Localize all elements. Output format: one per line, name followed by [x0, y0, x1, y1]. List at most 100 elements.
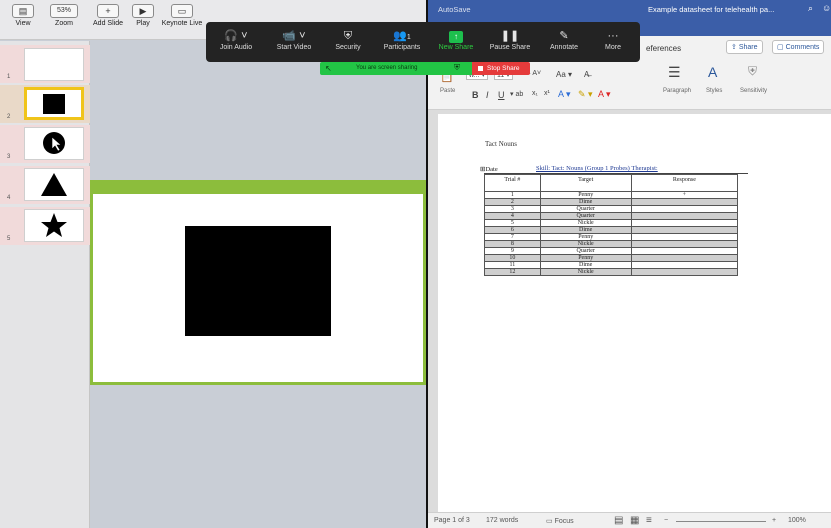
table-cell-target[interactable]: Quarter — [539, 212, 632, 220]
table-cell-response[interactable] — [630, 233, 739, 241]
zoom-out-icon[interactable]: − — [664, 517, 668, 524]
clear-format-icon[interactable]: A̶ — [584, 70, 589, 79]
zoom-percent[interactable]: 100% — [788, 517, 806, 524]
table-cell-trial[interactable]: 2 — [484, 198, 541, 206]
table-cell-response[interactable] — [630, 254, 739, 262]
join-audio-button[interactable]: 🎧 ˅ Join Audio — [208, 28, 264, 51]
table-cell-response[interactable] — [630, 219, 739, 227]
table-cell-trial[interactable]: 3 — [484, 205, 541, 213]
slide-canvas[interactable] — [90, 180, 426, 385]
subscript-icon[interactable]: x₁ — [532, 90, 538, 97]
superscript-icon[interactable]: x¹ — [544, 90, 550, 97]
table-cell-target[interactable]: Penny — [539, 233, 632, 241]
table-row[interactable]: 2 Dime — [484, 198, 739, 206]
share-button[interactable]: ⇪ Share — [726, 40, 763, 54]
table-cell-trial[interactable]: 9 — [484, 247, 541, 255]
table-row[interactable]: 9 Quarter — [484, 247, 739, 255]
black-square-shape[interactable] — [185, 226, 331, 336]
add-slide-button[interactable]: + Add Slide — [90, 4, 126, 27]
underline-icon[interactable]: U — [498, 90, 505, 100]
table-cell-target[interactable]: Dime — [539, 261, 632, 269]
print-layout-icon[interactable]: ▤ — [614, 515, 623, 526]
start-video-button[interactable]: 📹 ˅ Start Video — [266, 28, 322, 51]
table-cell-trial[interactable]: 11 — [484, 261, 541, 269]
text-effects-icon[interactable]: A ▾ — [558, 89, 571, 100]
table-cell-target[interactable]: Quarter — [539, 205, 632, 213]
word-count[interactable]: 172 words — [486, 517, 518, 524]
italic-icon[interactable]: I — [486, 90, 489, 100]
datasheet-table[interactable]: Trial # Target Response 1 Penny +2 Dime 3 Qua… — [484, 174, 739, 276]
page-count[interactable]: Page 1 of 3 — [434, 517, 470, 524]
table-cell-response[interactable] — [630, 261, 739, 269]
table-cell-response[interactable] — [630, 198, 739, 206]
table-cell-target[interactable]: Penny — [539, 191, 632, 199]
paragraph-icon[interactable]: ☰ — [668, 64, 681, 81]
table-cell-target[interactable]: Dime — [539, 198, 632, 206]
table-cell-target[interactable]: Nickle — [539, 219, 632, 227]
slide-thumb-5[interactable] — [24, 209, 84, 242]
table-row[interactable]: 5 Nickle — [484, 219, 739, 227]
date-field[interactable]: ⊞Date — [480, 165, 498, 173]
table-row[interactable]: 4 Quarter — [484, 212, 739, 220]
table-cell-response[interactable] — [630, 268, 739, 276]
pause-share-button[interactable]: ❚❚ Pause Share — [482, 28, 538, 51]
table-cell-trial[interactable]: 6 — [484, 226, 541, 234]
table-cell-trial[interactable]: 10 — [484, 254, 541, 262]
strikethrough-icon[interactable]: ▾ ab — [510, 90, 523, 98]
keynote-live-button[interactable]: ▭ Keynote Live — [160, 4, 204, 27]
table-cell-response[interactable] — [630, 247, 739, 255]
security-button[interactable]: ⛨ Security — [320, 28, 376, 51]
table-row[interactable]: 7 Penny — [484, 233, 739, 241]
slide-thumb-4[interactable] — [24, 168, 84, 201]
focus-button[interactable]: ▭ Focus — [546, 517, 574, 525]
table-cell-response[interactable] — [630, 240, 739, 248]
table-cell-response[interactable]: + — [630, 191, 739, 199]
table-row[interactable]: 12 Nickle — [484, 268, 739, 276]
zoom-in-icon[interactable]: + — [772, 517, 776, 524]
table-cell-target[interactable]: Nickle — [539, 240, 632, 248]
table-cell-response[interactable] — [630, 205, 739, 213]
bold-icon[interactable]: B — [472, 90, 479, 100]
participants-button[interactable]: 👥1 Participants — [374, 28, 430, 51]
comments-button[interactable]: ▢ Comments — [772, 40, 825, 54]
table-cell-target[interactable]: Dime — [539, 226, 632, 234]
slide-thumb-3[interactable] — [24, 127, 84, 160]
change-case-icon[interactable]: Aa ▾ — [556, 70, 572, 79]
table-cell-trial[interactable]: 7 — [484, 233, 541, 241]
zoom-button[interactable]: 53% Zoom — [44, 4, 84, 27]
view-button[interactable]: ▤ View — [8, 4, 38, 27]
tab-references[interactable]: eferences — [646, 44, 681, 53]
sharing-notice[interactable]: ↖ You are screen sharing ⛨ — [320, 62, 472, 75]
table-cell-trial[interactable]: 8 — [484, 240, 541, 248]
stop-share-button[interactable]: Stop Share — [472, 62, 530, 75]
search-icon[interactable]: ⌕ — [808, 3, 813, 14]
new-share-button[interactable]: ↑ New Share — [428, 28, 484, 51]
table-cell-target[interactable]: Quarter — [539, 247, 632, 255]
smiley-icon[interactable]: ☺ — [822, 3, 831, 13]
font-color-icon[interactable]: A ▾ — [598, 89, 611, 100]
table-cell-trial[interactable]: 12 — [484, 268, 541, 276]
table-row[interactable]: 1 Penny + — [484, 191, 739, 199]
annotate-button[interactable]: ✎ Annotate — [536, 28, 592, 51]
table-cell-target[interactable]: Penny — [539, 254, 632, 262]
play-button[interactable]: ▶ Play — [130, 4, 156, 27]
zoom-slider[interactable] — [676, 521, 766, 522]
read-mode-icon[interactable]: ≡ — [646, 515, 652, 526]
document-page[interactable]: Tact Nouns ⊞Date Skill: Tact: Nouns (Gro… — [438, 114, 831, 512]
slide-thumb-1[interactable] — [24, 48, 84, 81]
table-cell-trial[interactable]: 1 — [484, 191, 541, 199]
table-row[interactable]: 8 Nickle — [484, 240, 739, 248]
table-cell-response[interactable] — [630, 226, 739, 234]
table-row[interactable]: 10 Penny — [484, 254, 739, 262]
highlight-icon[interactable]: ✎ ▾ — [578, 89, 593, 100]
slide-thumb-2[interactable] — [24, 87, 84, 120]
table-row[interactable]: 3 Quarter — [484, 205, 739, 213]
table-cell-target[interactable]: Nickle — [539, 268, 632, 276]
more-button[interactable]: ··· More — [590, 28, 636, 51]
sensitivity-icon[interactable]: ⛨ — [748, 64, 757, 79]
table-cell-trial[interactable]: 5 — [484, 219, 541, 227]
table-row[interactable]: 6 Dime — [484, 226, 739, 234]
web-layout-icon[interactable]: ▦ — [630, 515, 639, 526]
table-row[interactable]: 11 Dime — [484, 261, 739, 269]
table-cell-trial[interactable]: 4 — [484, 212, 541, 220]
